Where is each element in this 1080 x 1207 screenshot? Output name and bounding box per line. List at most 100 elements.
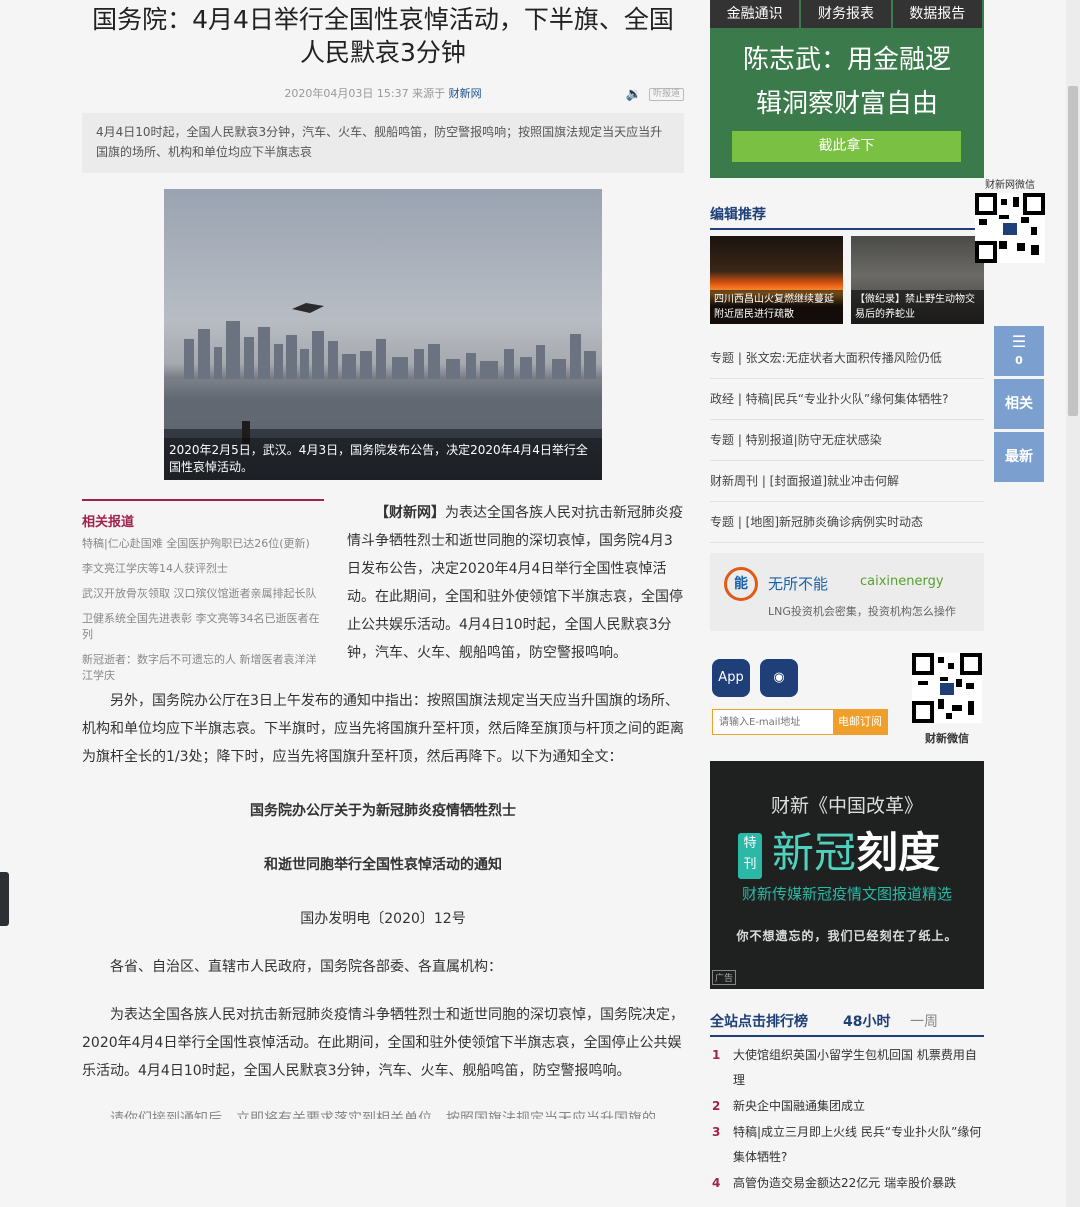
reform-title: 财新《中国改革》 (770, 795, 923, 817)
reform-big-b: 刻度 (856, 828, 941, 877)
qr-code-icon (912, 653, 982, 723)
qr-code-icon (975, 193, 1045, 263)
side-handle[interactable] (0, 872, 9, 926)
email-input[interactable] (713, 710, 833, 735)
source-prefix: 来源于 (412, 87, 446, 100)
related-item[interactable]: 特稿|仁心赴国难 全国医护殉职已达26位(更新) (82, 536, 324, 552)
comment-button[interactable]: ☰ 0 (994, 326, 1044, 376)
banner-cta-button[interactable]: 截此拿下 (732, 131, 961, 162)
ad-desc: LNG投资机会密集，投资机构怎么操作 (768, 605, 956, 618)
related-item[interactable]: 新冠逝者：数字后不可遗忘的人 新增医者袁洋洋江学庆 (82, 652, 324, 684)
lead-source: 【财新网】 (375, 505, 445, 521)
ad-label: 广告 (712, 970, 737, 985)
news-item[interactable]: 专题 | 特别报道|防守无症状感染 (710, 420, 984, 461)
reform-slogan: 你不想遗忘的，我们已经刻在了纸上。 (736, 929, 958, 943)
article-date: 2020年04月03日 15:37 (284, 87, 409, 100)
ranking-text: 大使馆组织英国小留学生包机回国 机票费用自理 (733, 1048, 977, 1087)
editor-picks-title: 编辑推荐 (710, 207, 766, 223)
paragraph: 为表达全国各族人民对抗击新冠肺炎疫情斗争牺牲烈士和逝世同胞的深切哀悼，国务院决定… (82, 1007, 684, 1079)
related-reports: 相关报道 特稿|仁心赴国难 全国医护殉职已达26位(更新) 李文亮江学庆等14人… (82, 499, 324, 693)
photo-caption: 2020年2月5日，武汉。4月3日，国务院发布公告，决定2020年4月4日举行全… (164, 438, 602, 480)
reform-ad[interactable]: 财新《中国改革》 特刊 新冠刻度 财新传媒新冠疫情文图报道精选 你不想遗忘的，我… (710, 761, 984, 989)
reform-subtitle: 财新传媒新冠疫情文图报道精选 (741, 885, 952, 903)
ranking-header: 全站点击排行榜 48小时 一周 (710, 1007, 984, 1037)
floating-wechat-qr: 财新网微信 (975, 176, 1045, 267)
app-download-button[interactable]: App (712, 659, 750, 697)
ranking-text: 新央企中国融通集团成立 (733, 1099, 866, 1113)
comment-count: 0 (1015, 354, 1023, 367)
article-body: 相关报道 特稿|仁心赴国难 全国医护殉职已达26位(更新) 李文亮江学庆等14人… (82, 499, 684, 1119)
sidebar-news-list: 专题 | 张文宏:无症状者大面积传播风险仍低 政经 | 特稿|民兵“专业扑火队”… (710, 338, 984, 543)
scrollbar-thumb[interactable] (1068, 86, 1078, 416)
related-item[interactable]: 李文亮江学庆等14人获评烈士 (82, 561, 324, 577)
email-subscribe-form: 电邮订阅 (712, 709, 888, 735)
email-subscribe-button[interactable]: 电邮订阅 (833, 710, 887, 734)
ranking-text: 特稿|成立三月即上火线 民兵“专业扑火队”缘何集体牺牲? (733, 1125, 982, 1164)
pick-caption: 【微纪录】禁止野生动物交易后的养蛇业 (851, 290, 984, 324)
news-item[interactable]: 政经 | 特稿|民兵“专业扑火队”缘何集体牺牲? (710, 379, 984, 420)
article-summary: 4月4日10时起，全国人民默哀3分钟，汽车、火车、舰船鸣笛，防空警报鸣响；按照国… (82, 113, 684, 173)
paragraph: 另外，国务院办公厅在3日上午发布的通知中指出：按照国旗法规定当天应当升国旗的场所… (82, 693, 684, 765)
reform-headline: 新冠刻度 (772, 827, 940, 879)
related-item[interactable]: 武汉开放骨灰领取 汉口殡仪馆逝者亲属排起长队 (82, 586, 324, 602)
reform-big-a: 新冠 (772, 828, 857, 877)
pick-caption: 四川西昌山火复燃继续蔓延 附近居民进行疏散 (710, 290, 843, 324)
ranking-item[interactable]: 2 新央企中国融通集团成立 (710, 1094, 984, 1119)
news-item[interactable]: 财新周刊 | [封面报道]就业冲击何解 (710, 461, 984, 502)
related-title: 相关报道 (82, 515, 135, 530)
ad-slogan: 无所不能 (768, 575, 829, 593)
sidebar: 金融通识 财务报表 数据报告 陈志武：用金融逻 辑洞察财富自由 截此拿下 编辑推… (710, 0, 984, 1196)
editor-picks: 四川西昌山火复燃继续蔓延 附近居民进行疏散 【微纪录】禁止野生动物交易后的养蛇业 (710, 236, 984, 324)
editor-picks-header: 编辑推荐 (710, 200, 984, 230)
wuhan-skyline-image (164, 303, 602, 445)
tab-finance-basics[interactable]: 金融通识 (710, 0, 800, 28)
app-subscribe-area: App ◉ 电邮订阅 财新微信 (710, 653, 984, 749)
energy-logo-icon: 能 (724, 567, 758, 601)
banner-line-2: 辑洞察财富自由 (755, 89, 938, 119)
salutation: 各省、自治区、直辖市人民政府，国务院各部委、各直属机构： (110, 959, 502, 975)
article-meta: 2020年04月03日 15:37 来源于 财新网 🔉 听报道 (82, 85, 684, 103)
ranking-item[interactable]: 1 大使馆组织英国小留学生包机回国 机票费用自理 (710, 1043, 984, 1093)
banner-tabs: 金融通识 财务报表 数据报告 (710, 0, 984, 28)
ranking-text: 高管伪造交易金额达22亿元 瑞幸股价暴跌 (733, 1176, 957, 1190)
notice-title-1: 国务院办公厅关于为新冠肺炎疫情牺牲烈士 (250, 803, 516, 819)
special-issue-tag: 特刊 (738, 833, 762, 879)
comment-icon: ☰ (1011, 332, 1027, 351)
pick-card-video[interactable]: 【微纪录】禁止野生动物交易后的养蛇业 (851, 236, 984, 324)
tab-48h[interactable]: 48小时 (843, 1011, 890, 1031)
lead-text: 为表达全国各族人民对抗击新冠肺炎疫情斗争牺牲烈士和逝世同胞的深切哀悼，国务院4月… (347, 505, 683, 661)
ranking-item[interactable]: 3 特稿|成立三月即上火线 民兵“专业扑火队”缘何集体牺牲? (710, 1120, 984, 1170)
banner-line-1: 陈志武：用金融逻 (742, 45, 951, 75)
weibo-icon[interactable]: ◉ (760, 659, 798, 697)
wechat-label: 财新微信 (925, 732, 969, 745)
energy-ad[interactable]: 能 无所不能 caixinenergy LNG投资机会密集，投资机构怎么操作 (710, 553, 984, 631)
article-source-link[interactable]: 财新网 (449, 87, 482, 100)
news-item[interactable]: 专题 | 张文宏:无症状者大面积传播风险仍低 (710, 338, 984, 379)
article-photo: 2020年2月5日，武汉。4月3日，国务院发布公告，决定2020年4月4日举行全… (164, 189, 602, 480)
paragraph-cut: 请你们接到通知后，立即将有关要求落实到相关单位，按照国旗法规定当天应当升国旗的 (110, 1111, 656, 1119)
ranking-list: 1 大使馆组织英国小留学生包机回国 机票费用自理 2 新央企中国融通集团成立 3 特稿… (710, 1043, 984, 1196)
news-item[interactable]: 专题 | [地图]新冠肺炎确诊病例实时动态 (710, 502, 984, 543)
course-banner[interactable]: 金融通识 财务报表 数据报告 陈志武：用金融逻 辑洞察财富自由 截此拿下 (710, 0, 984, 178)
banner-headline: 陈志武：用金融逻 辑洞察财富自由 (710, 38, 984, 126)
listen-button[interactable]: 听报道 (648, 88, 684, 101)
tab-financial-reports[interactable]: 财务报表 (801, 0, 891, 28)
speaker-icon[interactable]: 🔉 (626, 86, 642, 104)
latest-button[interactable]: 最新 (994, 432, 1044, 482)
wechat-qr: 财新微信 (912, 653, 982, 746)
floating-qr-label: 财新网微信 (985, 180, 1035, 191)
notice-title-2: 和逝世同胞举行全国性哀悼活动的通知 (264, 857, 502, 873)
pick-card-fire[interactable]: 四川西昌山火复燃继续蔓延 附近居民进行疏散 (710, 236, 843, 324)
tab-week[interactable]: 一周 (910, 1011, 938, 1031)
notice-number: 国办发明电〔2020〕12号 (300, 911, 466, 927)
ad-wechat-id: caixinenergy (860, 574, 944, 589)
scrollbar[interactable] (1066, 0, 1080, 1207)
tab-data-reports[interactable]: 数据报告 (892, 0, 982, 28)
lead-paragraph: 【财新网】为表达全国各族人民对抗击新冠肺炎疫情斗争牺牲烈士和逝世同胞的深切哀悼，… (347, 499, 684, 667)
ranking-title: 全站点击排行榜 (710, 1014, 808, 1030)
article-column: 国务院：4月4日举行全国性哀悼活动，下半旗、全国人民默哀3分钟 2020年04月… (82, 0, 684, 1119)
related-button[interactable]: 相关 (994, 379, 1044, 429)
ranking-item[interactable]: 4 高管伪造交易金额达22亿元 瑞幸股价暴跌 (710, 1171, 984, 1196)
article-title: 国务院：4月4日举行全国性哀悼活动，下半旗、全国人民默哀3分钟 (92, 5, 674, 67)
related-item[interactable]: 卫健系统全国先进表彰 李文亮等34名已逝医者在列 (82, 611, 324, 643)
